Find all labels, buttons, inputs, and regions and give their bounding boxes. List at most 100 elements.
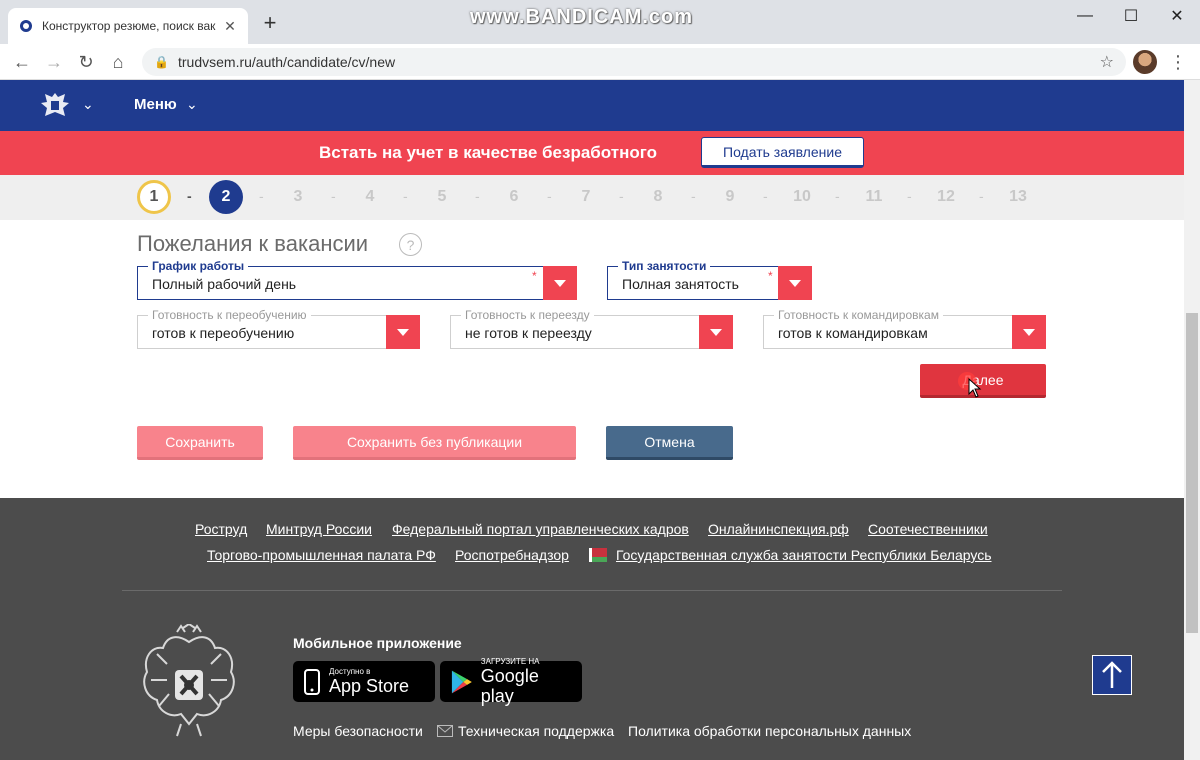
step-13[interactable]: 13 xyxy=(1001,180,1035,214)
step-8[interactable]: 8 xyxy=(641,180,675,214)
step-11[interactable]: 11 xyxy=(857,180,891,214)
footer-link-mintrud[interactable]: Минтруд России xyxy=(266,521,372,537)
business-trips-value: готов к командировкам xyxy=(778,325,928,341)
scroll-to-top-button[interactable] xyxy=(1092,655,1132,695)
retraining-label: Готовность к переобучению xyxy=(148,309,311,321)
business-trips-select[interactable]: Готовность к командировкам готов к коман… xyxy=(763,309,1046,349)
menu-button[interactable]: Меню xyxy=(134,96,177,113)
step-separator: - xyxy=(403,188,408,204)
chevron-down-icon[interactable] xyxy=(543,266,577,300)
step-separator: - xyxy=(187,188,192,204)
tab-close-icon[interactable]: ✕ xyxy=(222,18,238,34)
app-store-small-text: Доступно в xyxy=(329,667,371,676)
app-store-big-text: App Store xyxy=(329,676,410,696)
step-separator: - xyxy=(691,188,696,204)
step-2[interactable]: 2 xyxy=(209,180,243,214)
google-play-small-text: ЗАГРУЗИТЕ НА xyxy=(480,657,540,666)
retraining-value: готов к переобучению xyxy=(152,325,295,341)
step-7[interactable]: 7 xyxy=(569,180,603,214)
step-separator: - xyxy=(331,188,336,204)
footer-link-compatriots[interactable]: Соотечественники xyxy=(868,521,988,537)
footer-link-rostrud[interactable]: Роструд xyxy=(195,521,247,537)
footer-link-chamber-of-commerce[interactable]: Торгово-промышленная палата РФ xyxy=(207,547,436,563)
lock-icon: 🔒 xyxy=(154,55,169,69)
arrow-up-icon xyxy=(1102,661,1122,688)
required-mark: * xyxy=(532,269,537,283)
save-without-publish-button[interactable]: Сохранить без публикации xyxy=(293,426,576,460)
chevron-down-icon[interactable] xyxy=(778,266,812,300)
minimize-button[interactable]: — xyxy=(1062,0,1108,32)
retraining-select[interactable]: Готовность к переобучению готов к переоб… xyxy=(137,309,420,349)
business-trips-label: Готовность к командировкам xyxy=(774,309,943,321)
footer-link-belarus-employment[interactable]: Государственная служба занятости Республ… xyxy=(616,547,992,563)
schedule-value: Полный рабочий день xyxy=(152,276,297,292)
forward-button[interactable]: → xyxy=(42,50,66,74)
google-play-button[interactable]: ЗАГРУЗИТЕ НА Google play xyxy=(440,657,582,706)
step-separator: - xyxy=(763,188,768,204)
help-icon[interactable]: ? xyxy=(399,233,422,256)
browser-tab[interactable]: Конструктор резюме, поиск вак ✕ xyxy=(8,8,248,44)
new-tab-button[interactable]: + xyxy=(258,12,282,36)
menu-chevron-icon[interactable]: ⌄ xyxy=(186,96,198,113)
site-header: ⌄ Меню ⌄ xyxy=(0,80,1184,131)
mobile-app-title: Мобильное приложение xyxy=(293,635,462,651)
privacy-policy-link[interactable]: Политика обработки персональных данных xyxy=(628,723,911,739)
site-favicon-icon xyxy=(18,18,34,34)
emblem-chevron-icon[interactable]: ⌄ xyxy=(82,96,94,113)
mail-icon xyxy=(437,725,453,737)
google-play-big-text: Google play xyxy=(480,666,539,706)
next-button[interactable]: Далее xyxy=(920,364,1046,398)
step-10[interactable]: 10 xyxy=(785,180,819,214)
tech-support-link[interactable]: Техническая поддержка xyxy=(458,723,614,739)
mouse-cursor-icon xyxy=(968,378,982,398)
chevron-down-icon[interactable] xyxy=(386,315,420,349)
back-button[interactable]: ← xyxy=(10,50,34,74)
banner-text: Встать на учет в качестве безработного xyxy=(319,143,657,162)
employment-type-label: Тип занятости xyxy=(618,260,711,272)
maximize-button[interactable]: ☐ xyxy=(1108,0,1154,32)
app-store-button[interactable]: Доступно в App Store xyxy=(293,661,435,702)
schedule-select[interactable]: График работы Полный рабочий день * xyxy=(137,260,577,300)
bookmark-star-icon[interactable]: ☆ xyxy=(1100,52,1114,72)
step-1[interactable]: 1 xyxy=(137,180,171,214)
employment-type-select[interactable]: Тип занятости Полная занятость * xyxy=(607,260,812,300)
coat-of-arms-icon xyxy=(143,624,235,737)
step-12[interactable]: 12 xyxy=(929,180,963,214)
step-5[interactable]: 5 xyxy=(425,180,459,214)
security-link[interactable]: Меры безопасности xyxy=(293,723,423,739)
url-text: trudvsem.ru/auth/candidate/cv/new xyxy=(178,54,396,70)
save-button[interactable]: Сохранить xyxy=(137,426,263,460)
step-separator: - xyxy=(979,188,984,204)
close-window-button[interactable]: ✕ xyxy=(1154,0,1200,32)
reload-button[interactable]: ↻ xyxy=(74,50,98,74)
footer-link-onlineinspection[interactable]: Онлайнинспекция.рф xyxy=(708,521,849,537)
section-title: Пожелания к вакансии xyxy=(137,231,369,256)
step-9[interactable]: 9 xyxy=(713,180,747,214)
step-4[interactable]: 4 xyxy=(353,180,387,214)
chevron-down-icon[interactable] xyxy=(699,315,733,349)
emblem-icon[interactable] xyxy=(38,90,72,120)
relocation-select[interactable]: Готовность к переезду не готов к переезд… xyxy=(450,309,733,349)
relocation-value: не готов к переезду xyxy=(465,325,592,341)
browser-menu-icon[interactable]: ⋮ xyxy=(1166,50,1190,74)
submit-application-button[interactable]: Подать заявление xyxy=(701,137,864,168)
unemployment-banner: Встать на учет в качестве безработного П… xyxy=(0,131,1184,175)
belarus-flag-icon xyxy=(589,548,607,562)
step-3[interactable]: 3 xyxy=(281,180,315,214)
scrollbar-thumb[interactable] xyxy=(1186,313,1198,633)
browser-tabbar: Конструктор резюме, поиск вак ✕ + www.BA… xyxy=(0,0,1200,44)
schedule-label: График работы xyxy=(148,260,249,272)
cancel-button[interactable]: Отмена xyxy=(606,426,733,460)
address-bar[interactable]: 🔒 trudvsem.ru/auth/candidate/cv/new ☆ xyxy=(142,48,1126,76)
profile-avatar[interactable] xyxy=(1133,50,1157,74)
footer-link-kadry-portal[interactable]: Федеральный портал управленческих кадров xyxy=(392,521,689,537)
step-separator: - xyxy=(619,188,624,204)
chevron-down-icon[interactable] xyxy=(1012,315,1046,349)
home-button[interactable]: ⌂ xyxy=(106,50,130,74)
tab-title: Конструктор резюме, поиск вак xyxy=(42,19,216,33)
browser-toolbar: ← → ↻ ⌂ 🔒 trudvsem.ru/auth/candidate/cv/… xyxy=(0,44,1200,80)
step-6[interactable]: 6 xyxy=(497,180,531,214)
employment-type-value: Полная занятость xyxy=(622,276,739,292)
footer-link-rospotrebnadzor[interactable]: Роспотребнадзор xyxy=(455,547,569,563)
recording-watermark: www.BANDICAM.com xyxy=(470,6,694,28)
